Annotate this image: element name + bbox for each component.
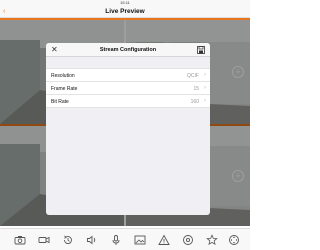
volume-icon[interactable] xyxy=(86,234,98,246)
title-bar: ‹ Live Preview xyxy=(0,6,250,18)
chevron-right-icon: › xyxy=(204,84,206,91)
row-label: Frame Rate xyxy=(51,85,78,92)
row-value: 160 xyxy=(190,98,199,105)
chevron-right-icon: › xyxy=(204,97,206,104)
bottom-toolbar xyxy=(0,228,250,250)
row-value: QCIF xyxy=(187,72,199,79)
resolution-row[interactable]: Resolution QCIF › xyxy=(46,69,210,82)
video-record-icon[interactable] xyxy=(38,234,50,246)
row-label: Bit Rate xyxy=(51,98,69,105)
dialog-title: Stream Configuration xyxy=(99,47,157,53)
alert-icon[interactable] xyxy=(158,234,170,246)
stream-configuration-dialog: ✕ Stream Configuration Resolution QCIF ›… xyxy=(46,43,210,215)
bit-rate-row[interactable]: Bit Rate 160 › xyxy=(46,95,210,108)
row-value: 15 xyxy=(193,85,199,92)
favorite-star-icon[interactable] xyxy=(206,234,218,246)
playback-icon[interactable] xyxy=(62,234,74,246)
stream-settings-icon[interactable] xyxy=(182,234,194,246)
frame-rate-row[interactable]: Frame Rate 15 › xyxy=(46,82,210,95)
row-label: Resolution xyxy=(51,72,75,79)
status-time: 15:11 xyxy=(120,0,130,5)
ptz-icon[interactable] xyxy=(228,234,240,246)
page-title: Live Preview xyxy=(105,8,145,15)
microphone-icon[interactable] xyxy=(110,234,122,246)
dialog-header: ✕ Stream Configuration xyxy=(46,43,210,57)
image-icon[interactable] xyxy=(134,234,146,246)
chevron-right-icon: › xyxy=(204,71,206,78)
camera-icon[interactable] xyxy=(14,234,26,246)
save-icon[interactable] xyxy=(197,46,205,54)
